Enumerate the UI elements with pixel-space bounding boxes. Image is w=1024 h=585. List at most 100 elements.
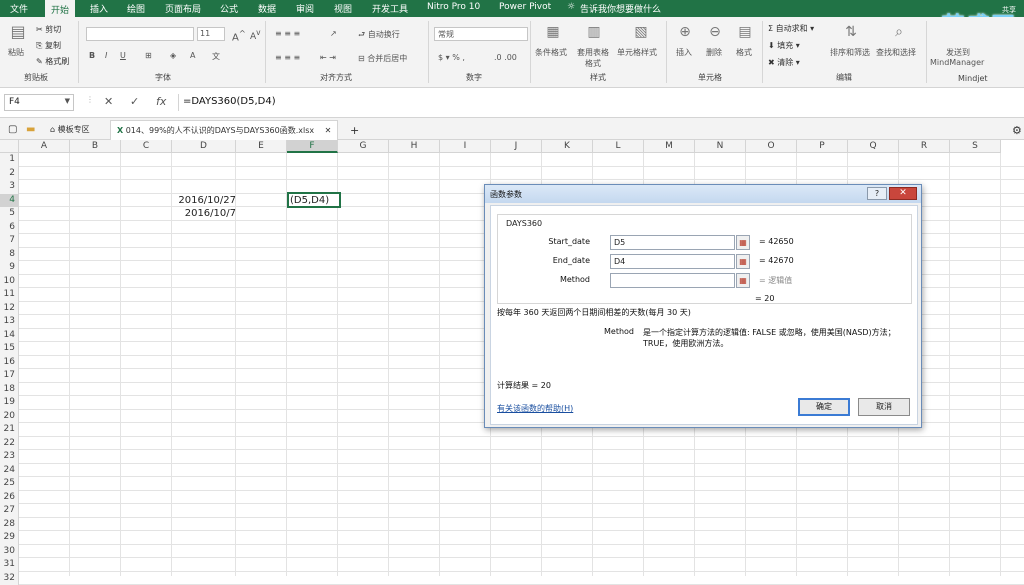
- column-header-e[interactable]: E: [236, 140, 287, 153]
- conditional-format-button[interactable]: 条件格式: [535, 47, 567, 58]
- tab-insert[interactable]: 插入: [90, 2, 108, 15]
- gear-icon[interactable]: ⚙: [1006, 120, 1024, 140]
- font-size-select[interactable]: 11: [197, 27, 225, 41]
- row-header-25[interactable]: 25: [0, 477, 19, 491]
- column-header-h[interactable]: H: [389, 140, 440, 153]
- close-button[interactable]: ✕: [889, 187, 917, 200]
- tab-draw[interactable]: 绘图: [127, 2, 145, 15]
- fill-color-icon[interactable]: ◈: [170, 51, 176, 60]
- font-name-select[interactable]: [86, 27, 194, 41]
- tab-page-layout[interactable]: 页面布局: [165, 2, 201, 15]
- column-header-b[interactable]: B: [70, 140, 121, 153]
- row-header-2[interactable]: 2: [0, 167, 19, 181]
- row-header-31[interactable]: 31: [0, 558, 19, 572]
- row-header-19[interactable]: 19: [0, 396, 19, 410]
- row-header-18[interactable]: 18: [0, 383, 19, 397]
- insert-cells-icon[interactable]: ⊕: [676, 25, 694, 43]
- table-format-icon[interactable]: ▥: [585, 25, 603, 43]
- border-icon[interactable]: ⊞: [145, 51, 152, 60]
- row-header-4[interactable]: 4: [0, 194, 19, 208]
- row-header-24[interactable]: 24: [0, 464, 19, 478]
- format-painter-button[interactable]: ✎ 格式刷: [36, 56, 69, 67]
- row-header-28[interactable]: 28: [0, 518, 19, 532]
- tab-template[interactable]: ⌂ 模板专区: [44, 120, 96, 140]
- sort-filter-icon[interactable]: ⇅: [842, 25, 860, 43]
- folder-icon[interactable]: ▬: [20, 120, 41, 140]
- cancel-button[interactable]: 取消: [858, 398, 910, 416]
- row-header-1[interactable]: 1: [0, 153, 19, 167]
- arg-input-start-date[interactable]: D5: [610, 235, 735, 250]
- row-header-22[interactable]: 22: [0, 437, 19, 451]
- row-header-14[interactable]: 14: [0, 329, 19, 343]
- bold-icon[interactable]: B: [89, 51, 95, 60]
- column-header-a[interactable]: A: [19, 140, 70, 153]
- row-header-7[interactable]: 7: [0, 234, 19, 248]
- insert-cells-button[interactable]: 插入: [676, 47, 692, 58]
- column-header-n[interactable]: N: [695, 140, 746, 153]
- orientation-icon[interactable]: ↗: [330, 29, 337, 38]
- tab-file[interactable]: 文件: [10, 2, 28, 15]
- column-header-d[interactable]: D: [172, 140, 236, 153]
- row-header-27[interactable]: 27: [0, 504, 19, 518]
- find-select-button[interactable]: 查找和选择: [876, 47, 916, 58]
- column-header-j[interactable]: J: [491, 140, 542, 153]
- copy-button[interactable]: ⎘ 复制: [36, 40, 61, 51]
- tab-formulas[interactable]: 公式: [220, 2, 238, 15]
- row-header-8[interactable]: 8: [0, 248, 19, 262]
- currency-icon[interactable]: $ ▾ % ,: [438, 53, 465, 62]
- fill-button[interactable]: ⬇ 填充 ▾: [768, 40, 800, 51]
- italic-icon[interactable]: I: [105, 51, 107, 60]
- row-header-20[interactable]: 20: [0, 410, 19, 424]
- align-left-icon[interactable]: ≡ ≡ ≡: [275, 53, 300, 62]
- row-header-23[interactable]: 23: [0, 450, 19, 464]
- grow-font-icon[interactable]: A^: [232, 28, 246, 43]
- indent-icon[interactable]: ⇤ ⇥: [320, 53, 336, 62]
- table-format-button[interactable]: 套用表格格式: [575, 47, 611, 69]
- row-header-13[interactable]: 13: [0, 315, 19, 329]
- row-header-15[interactable]: 15: [0, 342, 19, 356]
- collapse-ref-icon[interactable]: ▦: [736, 254, 750, 269]
- row-header-21[interactable]: 21: [0, 423, 19, 437]
- cell-d4[interactable]: 2016/10/27: [160, 195, 236, 206]
- cell-d5[interactable]: 2016/10/7: [160, 208, 236, 219]
- close-icon[interactable]: ✕: [325, 126, 332, 135]
- insert-function-icon[interactable]: fx: [156, 95, 166, 108]
- add-tab-icon[interactable]: +: [344, 120, 365, 140]
- send-to-button[interactable]: 发送到: [946, 47, 970, 58]
- delete-cells-button[interactable]: 删除: [706, 47, 722, 58]
- tab-data[interactable]: 数据: [258, 2, 276, 15]
- row-header-12[interactable]: 12: [0, 302, 19, 316]
- shrink-font-icon[interactable]: Av: [250, 28, 261, 42]
- row-header-32[interactable]: 32: [0, 572, 19, 585]
- column-header-q[interactable]: Q: [848, 140, 899, 153]
- row-header-5[interactable]: 5: [0, 207, 19, 221]
- paste-button[interactable]: 粘贴: [8, 47, 24, 58]
- phonetic-icon[interactable]: 文: [212, 51, 220, 62]
- help-button[interactable]: ?: [867, 187, 887, 200]
- ok-button[interactable]: 确定: [798, 398, 850, 416]
- column-header-f[interactable]: F: [287, 140, 338, 153]
- column-header-i[interactable]: I: [440, 140, 491, 153]
- select-all-corner[interactable]: [0, 140, 19, 153]
- collapse-ref-icon[interactable]: ▦: [736, 273, 750, 288]
- row-header-9[interactable]: 9: [0, 261, 19, 275]
- tell-me-box[interactable]: 告诉我你想要做什么: [580, 2, 661, 15]
- function-help-link[interactable]: 有关该函数的帮助(H): [497, 403, 573, 414]
- tab-view[interactable]: 视图: [334, 2, 352, 15]
- delete-cells-icon[interactable]: ⊖: [706, 25, 724, 43]
- column-header-p[interactable]: P: [797, 140, 848, 153]
- cell-style-icon[interactable]: ▧: [632, 25, 650, 43]
- cut-button[interactable]: ✂ 剪切: [36, 24, 61, 35]
- paste-icon[interactable]: ▤: [8, 25, 28, 45]
- row-header-30[interactable]: 30: [0, 545, 19, 559]
- row-header-11[interactable]: 11: [0, 288, 19, 302]
- format-cells-icon[interactable]: ▤: [736, 25, 754, 43]
- tab-developer[interactable]: 开发工具: [372, 2, 408, 15]
- collapse-ref-icon[interactable]: ▦: [736, 235, 750, 250]
- column-header-g[interactable]: G: [338, 140, 389, 153]
- tab-nitro[interactable]: Nitro Pro 10: [427, 2, 480, 12]
- row-header-29[interactable]: 29: [0, 531, 19, 545]
- sort-filter-button[interactable]: 排序和筛选: [830, 47, 870, 58]
- number-format-select[interactable]: 常规: [434, 27, 528, 41]
- tab-workbook[interactable]: X 014、99%的人不认识的DAYS与DAYS360函数.xlsx ✕: [110, 120, 338, 140]
